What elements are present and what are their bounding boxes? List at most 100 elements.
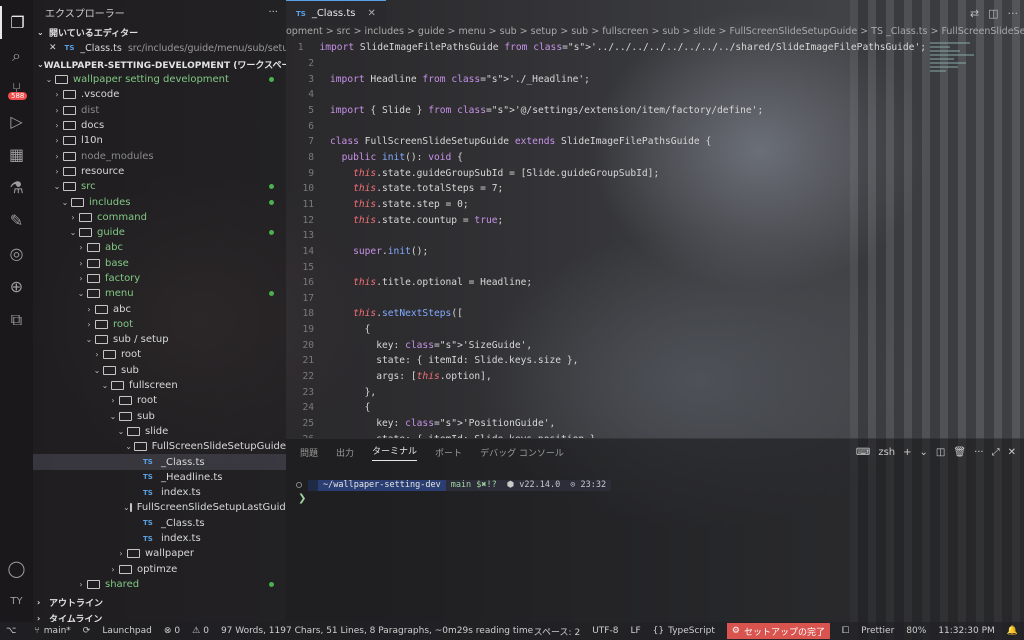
folder-item[interactable]: › wallpaper — [33, 546, 286, 561]
folder-item[interactable]: ⌄ includes — [33, 194, 286, 209]
encoding[interactable]: UTF-8 — [592, 626, 618, 636]
panel-tab[interactable]: デバッグ コンソール — [480, 446, 564, 459]
folder-item[interactable]: ⌄ slide — [33, 424, 286, 439]
account-icon[interactable]: ◯ — [0, 552, 33, 585]
close-icon[interactable]: ✕ — [1008, 447, 1016, 458]
panel-tab[interactable]: 問題 — [300, 446, 318, 459]
branch-name[interactable]: main* — [44, 626, 71, 636]
terminal-cursor[interactable]: ❯ — [298, 493, 306, 504]
maximize-icon[interactable]: ⤢ — [992, 447, 1000, 458]
folder-item[interactable]: › root — [33, 393, 286, 408]
file-item[interactable]: TS _Headline.ts — [33, 470, 286, 485]
chevron-right-icon: › — [55, 121, 59, 131]
folder-item[interactable]: › factory — [33, 271, 286, 286]
shell-name[interactable]: zsh — [878, 447, 895, 458]
setup-complete-button[interactable]: ⚙ セットアップの完了 — [726, 623, 830, 639]
folder-item[interactable]: › command — [33, 210, 286, 225]
tree-item-label: _Class.ts — [161, 517, 205, 529]
folder-item[interactable]: ⌄ sub — [33, 363, 286, 378]
folder-item[interactable]: ⌄ FullScreenSlideSetupLastGuide — [33, 500, 286, 515]
breadcrumb[interactable]: opment > src > includes > guide > menu >… — [286, 26, 1024, 40]
folder-item[interactable]: ⌄ src — [33, 179, 286, 194]
file-item[interactable]: TS _Class.ts — [33, 516, 286, 531]
folder-item[interactable]: ⌄ guide — [33, 225, 286, 240]
file-item[interactable]: TS index.ts — [33, 531, 286, 546]
file-item[interactable]: TS index.ts — [33, 485, 286, 500]
bell-icon[interactable]: 🔔 — [1007, 626, 1018, 636]
code-editor[interactable]: 1 import SlideImageFilePathsGuide from cl… — [286, 40, 926, 438]
word-count[interactable]: 97 Words, 1197 Chars, 51 Lines, 8 Paragr… — [221, 626, 533, 636]
folder-item[interactable]: ⌄ FullScreenSlideSetupGuide — [33, 439, 286, 454]
folder-item[interactable]: ⌄ wallpaper setting development — [33, 72, 286, 87]
folder-item[interactable]: › .vscode — [33, 87, 286, 102]
remote-indicator[interactable]: ⌥ — [0, 626, 22, 636]
folder-item[interactable]: › abc — [33, 301, 286, 316]
outline-header[interactable]: › アウトライン — [33, 594, 286, 610]
folder-item[interactable]: › node_modules — [33, 148, 286, 163]
trash-icon[interactable]: 🗑 — [953, 447, 966, 458]
folder-item[interactable]: › docs — [33, 118, 286, 133]
folder-item[interactable]: › root — [33, 317, 286, 332]
chevron-down-icon: ⌄ — [53, 182, 61, 192]
open-editors-header[interactable]: ⌄ 開いているエディター — [33, 24, 286, 40]
search-icon[interactable]: ⌕ — [0, 39, 33, 72]
more-actions-icon[interactable]: ··· — [268, 7, 278, 18]
zoom-level[interactable]: 80% — [906, 626, 926, 636]
folder-item[interactable]: › base — [33, 256, 286, 271]
remote-icon[interactable]: ⊕ — [0, 270, 33, 303]
panel-tab[interactable]: ターミナル — [372, 444, 418, 461]
run-debug-icon[interactable]: ▷ — [0, 105, 33, 138]
gitlens-icon[interactable]: ◎ — [0, 237, 33, 270]
language-mode[interactable]: TypeScript — [668, 626, 715, 636]
folder-icon — [87, 289, 100, 299]
panel-tab[interactable]: ポート — [435, 446, 462, 459]
chevron-down-icon: ⌄ — [109, 411, 117, 421]
prompt-dir: ~/wallpaper-setting-dev — [318, 479, 446, 491]
chevron-down-icon[interactable]: ⌄ — [920, 447, 928, 458]
indentation[interactable]: スペース: 2 — [534, 625, 581, 638]
extensions-icon[interactable]: ▦ — [0, 138, 33, 171]
folder-item[interactable]: ⌄ fullscreen — [33, 378, 286, 393]
more-icon[interactable]: ··· — [1008, 7, 1019, 20]
minimap[interactable] — [930, 40, 990, 120]
folder-item[interactable]: › root — [33, 347, 286, 362]
chevron-down-icon: ⌄ — [69, 228, 77, 238]
prettier-status[interactable]: Prettier — [861, 626, 894, 636]
source-control-icon[interactable]: ⑂ 588 — [0, 72, 33, 105]
compare-icon[interactable]: ⇄ — [970, 7, 979, 20]
close-icon[interactable]: ✕ — [49, 43, 57, 53]
folder-item[interactable]: › shared — [33, 577, 286, 592]
file-item[interactable]: TS _Class.ts — [33, 454, 286, 470]
folder-item[interactable]: ⌄ sub / setup — [33, 332, 286, 347]
manage-icon[interactable]: TY — [0, 585, 33, 618]
plus-icon[interactable]: + — [903, 447, 911, 458]
folder-item[interactable]: ⌄ sub — [33, 409, 286, 424]
warning-icon: ⚠ — [192, 626, 201, 636]
split-editor-icon[interactable]: ◫ — [988, 7, 998, 20]
more-icon[interactable]: ··· — [974, 447, 984, 458]
feedback-icon[interactable]: ⧠ — [842, 626, 849, 636]
panel-tab[interactable]: 出力 — [336, 446, 354, 459]
tab-class-ts[interactable]: TS _Class.ts ✕ — [286, 0, 386, 26]
folder-item[interactable]: ⌄ menu — [33, 286, 286, 301]
split-terminal-icon[interactable]: ◫ — [936, 447, 945, 458]
tools-icon[interactable]: ✎ — [0, 204, 33, 237]
folder-item[interactable]: › l10n — [33, 133, 286, 148]
folder-item[interactable]: › optimze — [33, 562, 286, 577]
error-count[interactable]: 0 — [174, 626, 180, 636]
sync-icon[interactable]: ⟳ — [83, 626, 91, 636]
testing-icon[interactable]: ⚗ — [0, 171, 33, 204]
warning-count[interactable]: 0 — [203, 626, 209, 636]
copy-icon[interactable]: ⧉ — [0, 303, 33, 336]
folder-item[interactable]: › dist — [33, 103, 286, 118]
launchpad-button[interactable]: Launchpad — [102, 626, 152, 636]
folder-item[interactable]: › abc — [33, 240, 286, 255]
prompt-git: main $✖!? — [445, 479, 502, 491]
close-icon[interactable]: ✕ — [367, 8, 375, 19]
eol[interactable]: LF — [630, 626, 640, 636]
folder-item[interactable]: › resource — [33, 164, 286, 179]
workspace-header[interactable]: ⌄ WALLPAPER-SETTING-DEVELOPMENT (ワークスペース) — [33, 56, 286, 72]
open-editor-item[interactable]: ✕ TS _Class.ts src/includes/guide/menu/s… — [33, 40, 286, 56]
timeline-header[interactable]: › タイムライン — [33, 610, 286, 623]
files-icon[interactable]: ❐ — [0, 6, 33, 39]
